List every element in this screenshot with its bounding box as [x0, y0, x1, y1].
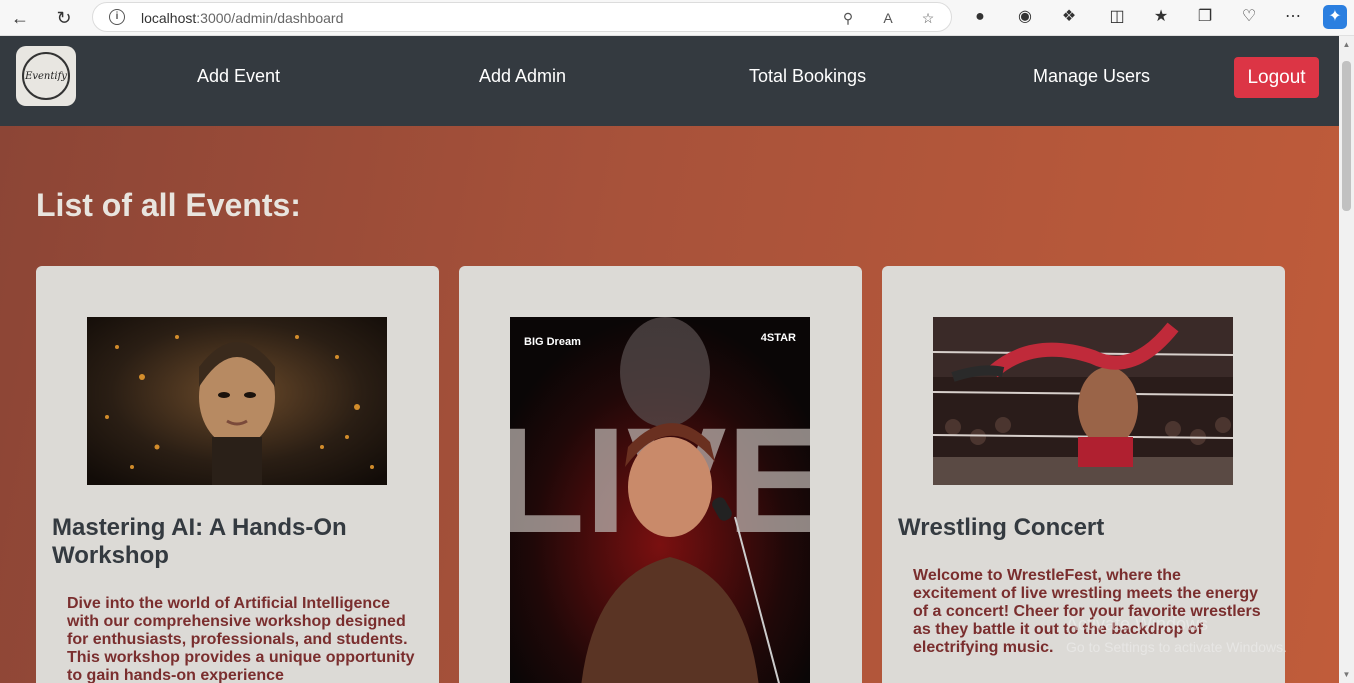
address-bar[interactable]: i localhost:3000/admin/dashboard ⚲ A ☆: [92, 2, 952, 32]
page-title: List of all Events:: [36, 187, 301, 223]
scroll-down-icon[interactable]: ▼: [1342, 670, 1351, 679]
event-title: Mastering AI: A Hands-On Workshop: [52, 514, 347, 569]
extensions-puzzle-icon[interactable]: ❖: [1057, 5, 1081, 29]
url-text: localhost:3000/admin/dashboard: [141, 10, 344, 26]
key-icon[interactable]: ⚲: [839, 9, 857, 27]
poster-brand-left: BIG Dream: [524, 336, 581, 348]
read-aloud-icon[interactable]: A: [879, 9, 897, 27]
logo-ring: Eventify: [22, 52, 70, 100]
watermark-line2: Go to Settings to activate Windows.: [1066, 639, 1287, 655]
event-description: Dive into the world of Artificial Intell…: [67, 595, 415, 683]
refresh-icon[interactable]: ↻: [50, 4, 78, 32]
more-menu-icon[interactable]: ⋯: [1281, 5, 1305, 29]
event-image-concert: LIVE BIG Dream 4STAR: [510, 317, 810, 683]
copilot-icon[interactable]: ✦: [1323, 5, 1347, 29]
split-screen-icon[interactable]: ◫: [1105, 5, 1129, 29]
events-section: List of all Events: Mastering AI: A Hand…: [0, 126, 1339, 683]
browser-essentials-icon[interactable]: ♡: [1237, 5, 1261, 29]
favorite-star-icon[interactable]: ☆: [919, 9, 937, 27]
nav-add-event[interactable]: Add Event: [197, 66, 280, 87]
browser-toolbar: ← ↻ i localhost:3000/admin/dashboard ⚲ A…: [0, 0, 1354, 36]
event-title: Wrestling Concert: [898, 514, 1105, 541]
extension-avatar-icon[interactable]: ●: [968, 5, 992, 29]
favorites-icon[interactable]: ★: [1149, 5, 1173, 29]
site-info-icon[interactable]: i: [109, 9, 125, 25]
collections-icon[interactable]: ❐: [1193, 5, 1217, 29]
eventify-logo[interactable]: Eventify: [16, 46, 76, 106]
extension-color-icon[interactable]: ◉: [1013, 5, 1037, 29]
nav-manage-users[interactable]: Manage Users: [1033, 66, 1150, 87]
page-scrollbar[interactable]: ▲ ▼: [1339, 36, 1354, 683]
poster-brand-right: 4STAR: [761, 332, 796, 344]
nav-add-admin[interactable]: Add Admin: [479, 66, 566, 87]
event-image-wrestling: [933, 317, 1233, 485]
nav-total-bookings[interactable]: Total Bookings: [749, 66, 866, 87]
scroll-up-icon[interactable]: ▲: [1342, 40, 1351, 49]
event-card[interactable]: LIVE BIG Dream 4STAR: [459, 266, 862, 683]
watermark-line1: Activate Windows: [1066, 614, 1209, 634]
app-navbar: Eventify Add Event Add Admin Total Booki…: [0, 36, 1339, 126]
event-card[interactable]: Mastering AI: A Hands-On Workshop Dive i…: [36, 266, 439, 683]
back-icon[interactable]: ←: [6, 4, 34, 32]
scroll-thumb[interactable]: [1342, 61, 1351, 211]
logout-button[interactable]: Logout: [1234, 57, 1319, 98]
windows-activation-watermark: Activate Windows Go to Settings to activ…: [1066, 614, 1287, 655]
event-image-ai: [87, 317, 387, 485]
logo-text: Eventify: [25, 70, 67, 82]
